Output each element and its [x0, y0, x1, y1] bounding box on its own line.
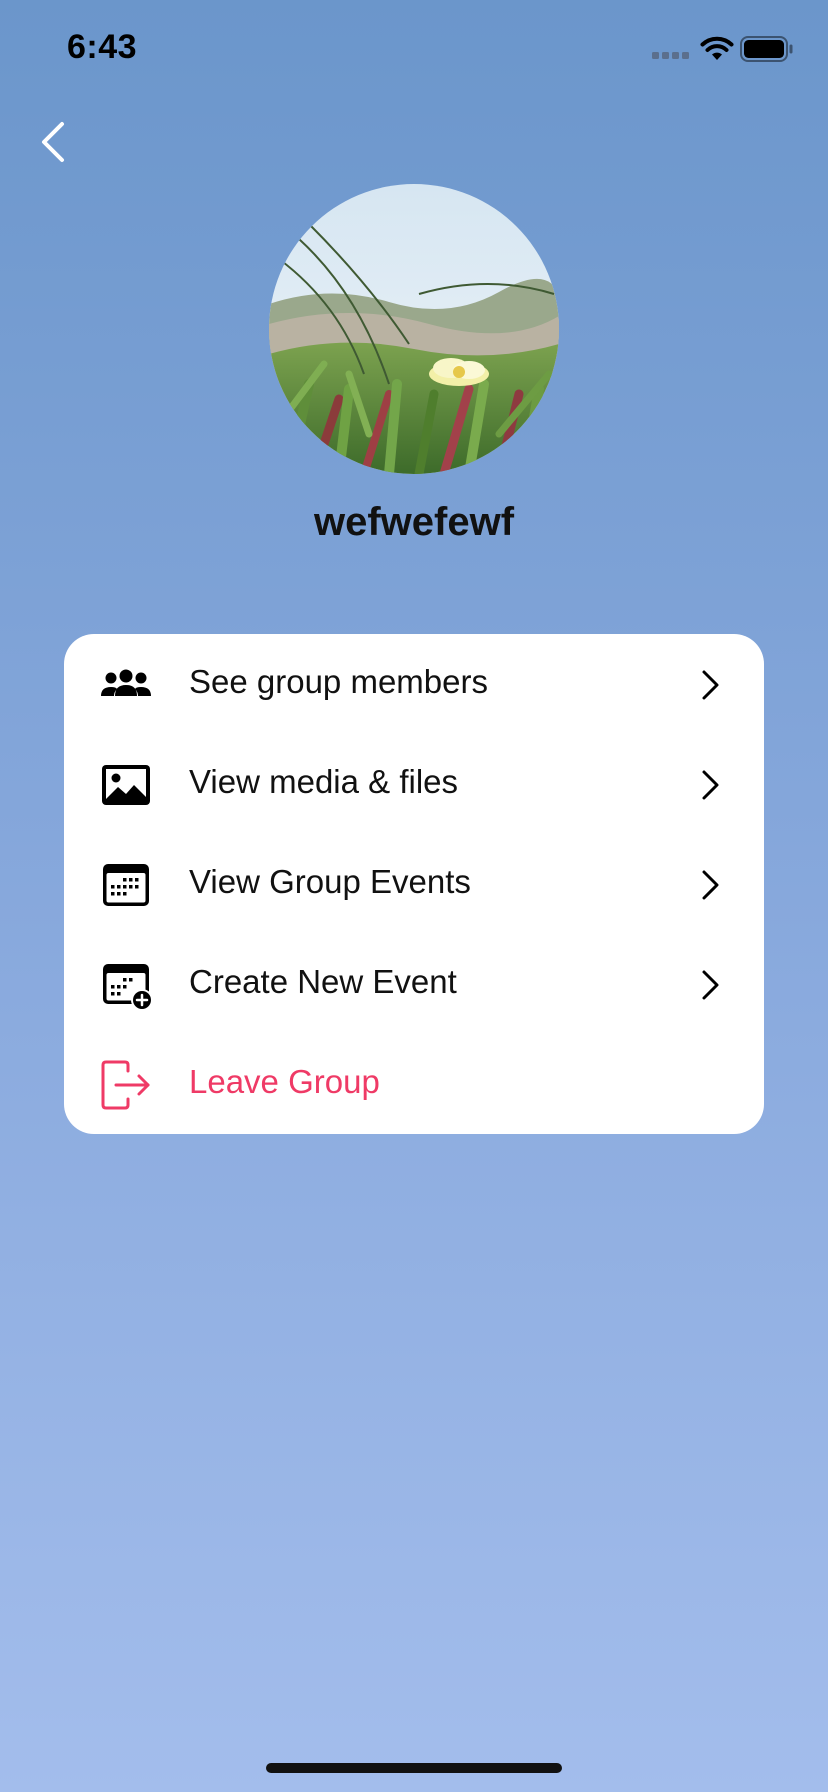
- chevron-right-icon: [702, 670, 719, 700]
- calendar-add-icon: [103, 964, 153, 1011]
- home-indicator[interactable]: [266, 1763, 562, 1773]
- view-media-files-item[interactable]: View media & files: [64, 734, 764, 834]
- chevron-right-icon: [702, 970, 719, 1000]
- status-time: 6:43: [67, 28, 138, 66]
- cellular-signal-icon: [652, 52, 689, 59]
- menu-item-label: View Group Events: [189, 863, 471, 900]
- menu-item-label: See group members: [189, 663, 488, 700]
- group-avatar[interactable]: [269, 184, 559, 474]
- wifi-icon: [700, 36, 734, 60]
- group-name: wefwefewf: [313, 500, 515, 544]
- chevron-right-icon: [702, 770, 719, 800]
- menu-item-label: Leave Group: [189, 1063, 380, 1100]
- status-bar: 6:43: [0, 0, 828, 100]
- view-group-events-item[interactable]: View Group Events: [64, 834, 764, 934]
- leave-icon: [101, 1060, 150, 1110]
- chevron-right-icon: [702, 870, 719, 900]
- back-button[interactable]: [30, 110, 78, 170]
- chevron-left-icon: [42, 122, 64, 162]
- see-group-members-item[interactable]: See group members: [64, 634, 764, 734]
- leave-group-item[interactable]: Leave Group: [64, 1034, 764, 1134]
- image-icon: [102, 765, 150, 805]
- create-new-event-item[interactable]: Create New Event: [64, 934, 764, 1034]
- battery-icon: [740, 36, 793, 62]
- group-actions-menu: See group members View media & files Vie…: [64, 634, 764, 1134]
- calendar-icon: [103, 864, 149, 906]
- ice-plant-flower-photo: [269, 184, 559, 474]
- menu-item-label: Create New Event: [189, 963, 457, 1000]
- group-members-icon: [101, 669, 151, 696]
- menu-item-label: View media & files: [189, 763, 459, 800]
